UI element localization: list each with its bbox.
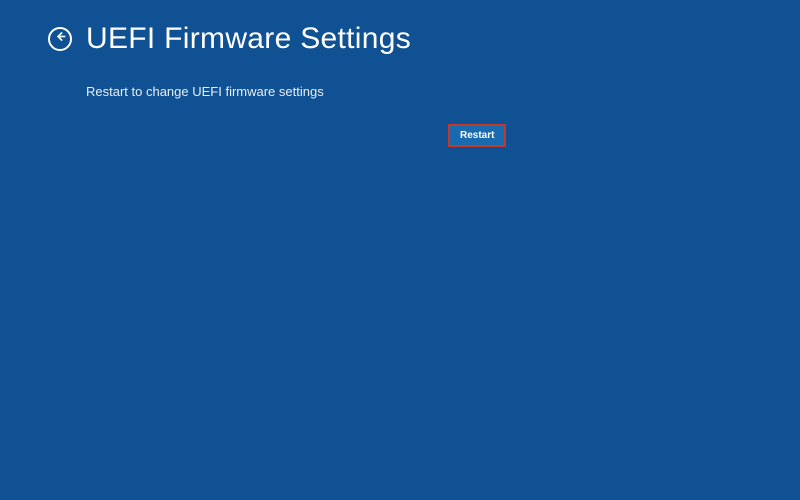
description-text: Restart to change UEFI firmware settings xyxy=(0,84,800,99)
back-arrow-icon xyxy=(54,30,67,48)
page-title: UEFI Firmware Settings xyxy=(86,22,411,56)
header: UEFI Firmware Settings xyxy=(0,0,800,56)
restart-button[interactable]: Restart xyxy=(448,124,506,147)
back-button[interactable] xyxy=(48,27,72,51)
